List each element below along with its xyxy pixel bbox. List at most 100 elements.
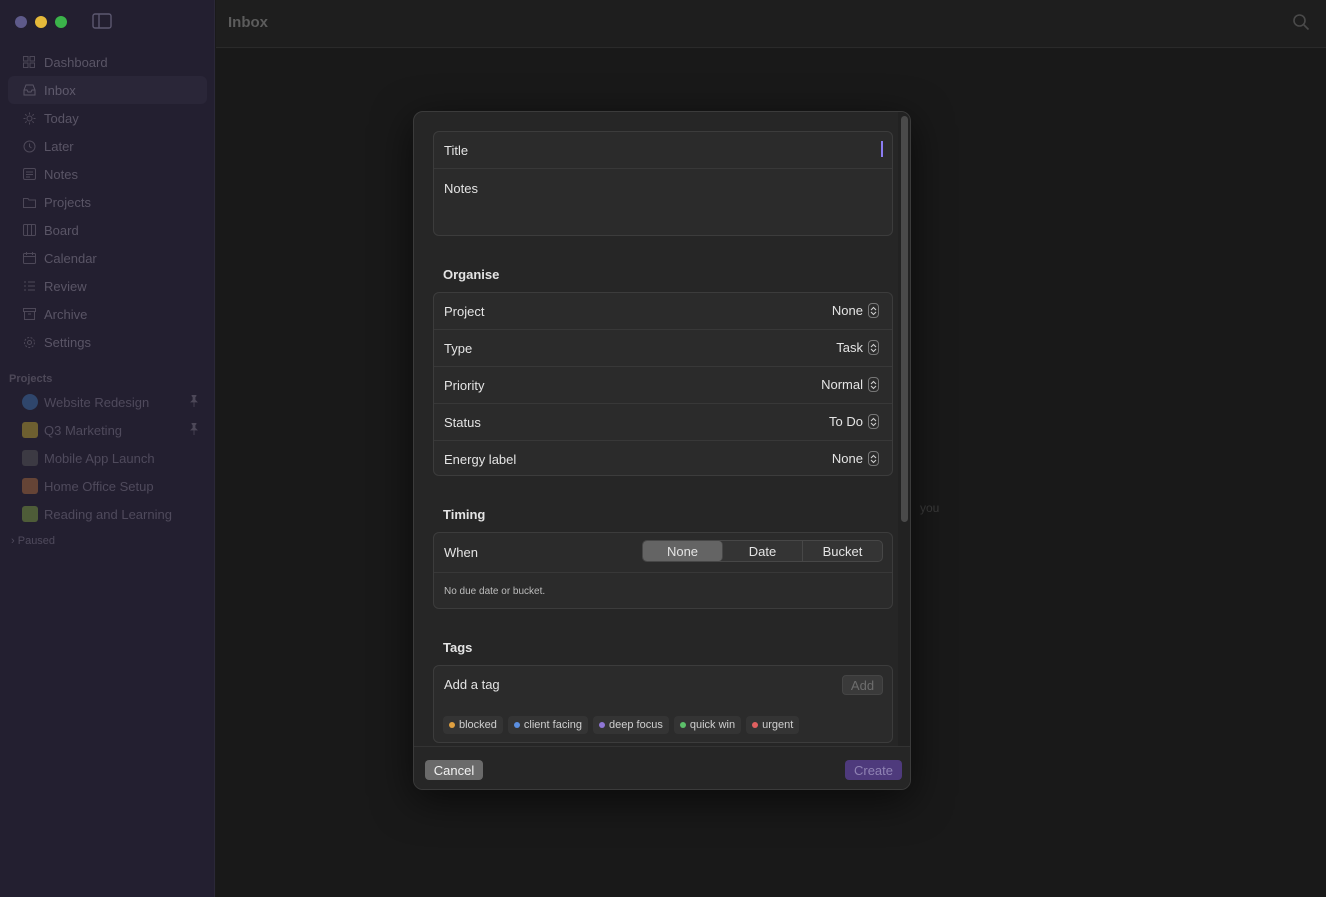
project-label: Q3 Marketing [44, 422, 123, 438]
new-item-dialog: Title Notes Organise Project None Type T… [413, 111, 911, 790]
when-option-none[interactable]: None [643, 541, 723, 561]
organise-heading: Organise [443, 267, 500, 282]
project-item-q3-marketing[interactable]: Q3 Marketing [0, 416, 215, 444]
energy-label-select[interactable]: None [832, 451, 879, 466]
phone-icon [22, 450, 38, 466]
project-item-reading-and-learning[interactable]: Reading and Learning [0, 500, 215, 528]
window-controls [15, 16, 67, 28]
status-select[interactable]: To Do [829, 414, 879, 429]
when-segmented-control: None Date Bucket [642, 540, 883, 562]
sidebar-item-label: Projects [44, 194, 91, 210]
sidebar-item-calendar[interactable]: Calendar [0, 244, 215, 272]
create-button[interactable]: Create [845, 760, 902, 780]
add-tag-button[interactable]: Add [842, 675, 883, 695]
title-field[interactable]: Title [434, 132, 892, 169]
type-row: Type Task [434, 330, 892, 367]
pin-icon[interactable] [189, 423, 199, 435]
background-text: you [920, 501, 940, 515]
energy-label-row: Energy label None [434, 441, 892, 478]
project-item-mobile-app-launch[interactable]: Mobile App Launch [0, 444, 215, 472]
sidebar-item-projects[interactable]: Projects [0, 188, 215, 216]
tag-color-dot [599, 722, 606, 728]
sidebar-item-archive[interactable]: Archive [0, 300, 215, 328]
title-placeholder: Title [444, 142, 469, 158]
project-row: Project None [434, 293, 892, 330]
books-icon [22, 506, 38, 522]
sidebar-item-label: Today [44, 110, 79, 126]
megaphone-icon [22, 422, 38, 438]
sidebar-item-label: Dashboard [44, 54, 108, 70]
gear-icon [22, 335, 36, 349]
project-select[interactable]: None [832, 303, 879, 318]
tag-chip-quick-win[interactable]: quick win [673, 716, 742, 734]
status-row: Status To Do [434, 404, 892, 441]
tag-chip-blocked[interactable]: blocked [443, 716, 503, 734]
dialog-scrollbar[interactable] [898, 112, 910, 746]
sidebar-item-inbox[interactable]: Inbox [8, 76, 207, 104]
archive-icon [22, 307, 36, 321]
tag-chip-deep-focus[interactable]: deep focus [593, 716, 669, 734]
paused-section-toggle[interactable]: › Paused [11, 535, 55, 547]
project-label: Reading and Learning [44, 506, 172, 522]
globe-icon [22, 394, 38, 410]
updown-chevron-icon [868, 451, 879, 466]
timing-hint: No due date or bucket. [444, 585, 546, 597]
sidebar-toggle-icon[interactable] [92, 13, 112, 29]
when-option-bucket[interactable]: Bucket [803, 541, 882, 561]
projects-section-label: Projects [9, 373, 53, 385]
priority-select[interactable]: Normal [821, 377, 879, 392]
timing-heading: Timing [443, 507, 486, 522]
clock-icon [22, 139, 36, 153]
page-title: Inbox [228, 14, 268, 31]
when-row: When None Date Bucket [434, 533, 892, 573]
review-icon [22, 279, 36, 293]
sidebar-item-label: Later [44, 138, 74, 154]
sidebar-item-label: Archive [44, 306, 88, 322]
tag-chip-urgent[interactable]: urgent [746, 716, 800, 734]
project-label: Home Office Setup [44, 478, 154, 494]
sun-icon [22, 111, 36, 125]
sidebar-item-notes[interactable]: Notes [0, 160, 215, 188]
search-icon[interactable] [1292, 13, 1310, 31]
sidebar-item-label: Notes [44, 166, 78, 182]
updown-chevron-icon [868, 414, 879, 429]
organise-box: Project None Type Task Priority Normal S… [433, 292, 893, 476]
sidebar-item-label: Review [44, 278, 87, 294]
zoom-window-button[interactable] [55, 16, 67, 28]
sidebar-item-settings[interactable]: Settings [0, 328, 215, 356]
sidebar: Dashboard Inbox Today Later Notes Projec… [0, 0, 215, 897]
tag-color-dot [752, 722, 759, 728]
notes-placeholder: Notes [444, 181, 478, 196]
tag-color-dot [679, 722, 686, 728]
pin-icon[interactable] [189, 395, 199, 407]
tag-input[interactable]: Add a tag [444, 677, 500, 692]
type-select[interactable]: Task [836, 340, 879, 355]
cancel-button[interactable]: Cancel [425, 760, 483, 780]
tag-color-dot [449, 722, 455, 728]
updown-chevron-icon [868, 377, 879, 392]
when-option-date[interactable]: Date [723, 541, 803, 561]
sidebar-item-board[interactable]: Board [0, 216, 215, 244]
sidebar-item-later[interactable]: Later [0, 132, 215, 160]
tags-heading: Tags [443, 640, 473, 655]
project-item-home-office-setup[interactable]: Home Office Setup [0, 472, 215, 500]
notes-field[interactable]: Notes [434, 169, 892, 235]
project-item-website-redesign[interactable]: Website Redesign [0, 388, 215, 416]
inbox-icon [22, 83, 36, 97]
sidebar-item-dashboard[interactable]: Dashboard [0, 48, 215, 76]
tags-box: Add a tag Add blocked client facing deep… [433, 665, 893, 743]
sidebar-nav: Dashboard Inbox Today Later Notes Projec… [0, 48, 215, 356]
tag-chip-client-facing[interactable]: client facing [507, 716, 589, 734]
sidebar-item-review[interactable]: Review [0, 272, 215, 300]
priority-row: Priority Normal [434, 367, 892, 404]
close-window-button[interactable] [15, 16, 27, 28]
timing-hint-row: No due date or bucket. [434, 573, 892, 609]
minimize-window-button[interactable] [35, 16, 47, 28]
scrollbar-thumb[interactable] [901, 116, 908, 522]
tag-color-dot [513, 722, 520, 728]
sidebar-item-today[interactable]: Today [0, 104, 215, 132]
updown-chevron-icon [868, 303, 879, 318]
house-icon [22, 478, 38, 494]
timing-box: When None Date Bucket No due date or buc… [433, 532, 893, 609]
dialog-footer: Cancel Create [414, 746, 910, 789]
